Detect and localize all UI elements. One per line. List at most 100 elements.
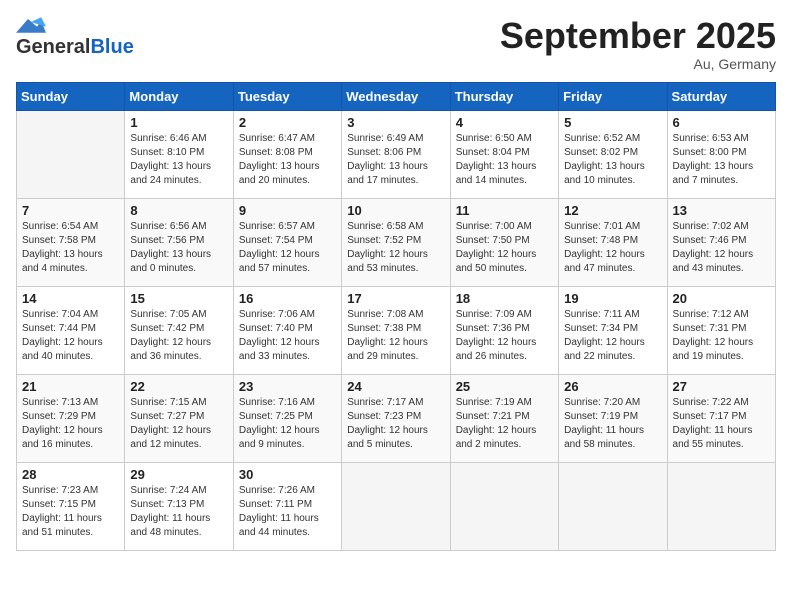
day-number: 3 <box>347 115 444 130</box>
day-info: Sunrise: 6:50 AM Sunset: 8:04 PM Dayligh… <box>456 132 553 188</box>
weekday-header-wednesday: Wednesday <box>342 82 450 110</box>
day-number: 18 <box>456 291 553 306</box>
header: General Blue September 2025 Au, Germany <box>16 16 776 72</box>
calendar-cell: 1 Sunrise: 6:46 AM Sunset: 8:10 PM Daylig… <box>125 110 233 198</box>
calendar-cell: 10Sunrise: 6:58 AM Sunset: 7:52 PM Dayli… <box>342 198 450 286</box>
day-info: Sunrise: 7:01 AM Sunset: 7:48 PM Dayligh… <box>564 220 661 276</box>
day-number: 11 <box>456 203 553 218</box>
calendar-cell: 16 Sunrise: 7:06 AM Sunset: 7:40 PM Dayli… <box>233 286 341 374</box>
day-info: Sunrise: 7:12 AM Sunset: 7:31 PM Dayligh… <box>673 308 770 364</box>
calendar-cell: 5 Sunrise: 6:52 AM Sunset: 8:02 PM Daylig… <box>559 110 667 198</box>
day-number: 29 <box>130 467 227 482</box>
day-number: 27 <box>673 379 770 394</box>
day-info: Sunrise: 7:22 AM Sunset: 7:17 PM Dayligh… <box>673 396 770 452</box>
day-info: Sunrise: 7:13 AM Sunset: 7:29 PM Dayligh… <box>22 396 119 452</box>
day-number: 13 <box>673 203 770 218</box>
day-number: 15 <box>130 291 227 306</box>
day-info: Sunrise: 6:56 AM Sunset: 7:56 PM Dayligh… <box>130 220 227 276</box>
day-info: Sunrise: 7:19 AM Sunset: 7:21 PM Dayligh… <box>456 396 553 452</box>
calendar-cell: 14 Sunrise: 7:04 AM Sunset: 7:44 PM Dayli… <box>17 286 125 374</box>
logo: General Blue <box>16 16 134 59</box>
title-area: September 2025 Au, Germany <box>500 16 776 72</box>
day-number: 26 <box>564 379 661 394</box>
weekday-header-monday: Monday <box>125 82 233 110</box>
day-info: Sunrise: 7:24 AM Sunset: 7:13 PM Dayligh… <box>130 484 227 540</box>
calendar-cell: 23 Sunrise: 7:16 AM Sunset: 7:25 PM Dayli… <box>233 374 341 462</box>
calendar-cell: 2Sunrise: 6:47 AM Sunset: 8:08 PM Daylig… <box>233 110 341 198</box>
day-info: Sunrise: 7:09 AM Sunset: 7:36 PM Dayligh… <box>456 308 553 364</box>
day-number: 4 <box>456 115 553 130</box>
day-info: Sunrise: 7:05 AM Sunset: 7:42 PM Dayligh… <box>130 308 227 364</box>
day-number: 9 <box>239 203 336 218</box>
calendar-cell: 17Sunrise: 7:08 AM Sunset: 7:38 PM Dayli… <box>342 286 450 374</box>
day-number: 14 <box>22 291 119 306</box>
day-info: Sunrise: 7:15 AM Sunset: 7:27 PM Dayligh… <box>130 396 227 452</box>
calendar-cell <box>450 462 558 550</box>
calendar-cell: 19 Sunrise: 7:11 AM Sunset: 7:34 PM Dayli… <box>559 286 667 374</box>
day-info: Sunrise: 7:16 AM Sunset: 7:25 PM Dayligh… <box>239 396 336 452</box>
month-title: September 2025 <box>500 16 776 56</box>
day-info: Sunrise: 7:11 AM Sunset: 7:34 PM Dayligh… <box>564 308 661 364</box>
weekday-header-saturday: Saturday <box>667 82 775 110</box>
day-number: 1 <box>130 115 227 130</box>
day-number: 2 <box>239 115 336 130</box>
day-number: 12 <box>564 203 661 218</box>
calendar-cell: 15 Sunrise: 7:05 AM Sunset: 7:42 PM Dayli… <box>125 286 233 374</box>
calendar-cell: 25Sunrise: 7:19 AM Sunset: 7:21 PM Dayli… <box>450 374 558 462</box>
day-number: 17 <box>347 291 444 306</box>
day-info: Sunrise: 7:17 AM Sunset: 7:23 PM Dayligh… <box>347 396 444 452</box>
weekday-header-tuesday: Tuesday <box>233 82 341 110</box>
calendar-week-5: 28 Sunrise: 7:23 AM Sunset: 7:15 PM Dayli… <box>17 462 776 550</box>
calendar-cell <box>667 462 775 550</box>
day-number: 5 <box>564 115 661 130</box>
calendar-cell: 3Sunrise: 6:49 AM Sunset: 8:06 PM Daylig… <box>342 110 450 198</box>
day-number: 7 <box>22 203 119 218</box>
calendar-cell: 7 Sunrise: 6:54 AM Sunset: 7:58 PM Daylig… <box>17 198 125 286</box>
day-info: Sunrise: 6:54 AM Sunset: 7:58 PM Dayligh… <box>22 220 119 276</box>
weekday-header-thursday: Thursday <box>450 82 558 110</box>
calendar: SundayMondayTuesdayWednesdayThursdayFrid… <box>16 82 776 551</box>
calendar-cell: 27 Sunrise: 7:22 AM Sunset: 7:17 PM Dayli… <box>667 374 775 462</box>
day-number: 28 <box>22 467 119 482</box>
day-info: Sunrise: 7:00 AM Sunset: 7:50 PM Dayligh… <box>456 220 553 276</box>
subtitle: Au, Germany <box>500 56 776 72</box>
calendar-cell: 13 Sunrise: 7:02 AM Sunset: 7:46 PM Dayli… <box>667 198 775 286</box>
logo-icon <box>16 16 46 34</box>
calendar-week-1: 1 Sunrise: 6:46 AM Sunset: 8:10 PM Daylig… <box>17 110 776 198</box>
calendar-week-4: 21Sunrise: 7:13 AM Sunset: 7:29 PM Dayli… <box>17 374 776 462</box>
calendar-cell <box>17 110 125 198</box>
calendar-cell: 6Sunrise: 6:53 AM Sunset: 8:00 PM Daylig… <box>667 110 775 198</box>
calendar-cell: 11 Sunrise: 7:00 AM Sunset: 7:50 PM Dayli… <box>450 198 558 286</box>
calendar-cell: 26 Sunrise: 7:20 AM Sunset: 7:19 PM Dayli… <box>559 374 667 462</box>
day-info: Sunrise: 7:20 AM Sunset: 7:19 PM Dayligh… <box>564 396 661 452</box>
calendar-cell: 8 Sunrise: 6:56 AM Sunset: 7:56 PM Daylig… <box>125 198 233 286</box>
calendar-cell: 21Sunrise: 7:13 AM Sunset: 7:29 PM Dayli… <box>17 374 125 462</box>
day-info: Sunrise: 7:04 AM Sunset: 7:44 PM Dayligh… <box>22 308 119 364</box>
calendar-cell: 28 Sunrise: 7:23 AM Sunset: 7:15 PM Dayli… <box>17 462 125 550</box>
day-info: Sunrise: 7:23 AM Sunset: 7:15 PM Dayligh… <box>22 484 119 540</box>
calendar-cell: 4 Sunrise: 6:50 AM Sunset: 8:04 PM Daylig… <box>450 110 558 198</box>
calendar-week-3: 14 Sunrise: 7:04 AM Sunset: 7:44 PM Dayli… <box>17 286 776 374</box>
day-info: Sunrise: 7:02 AM Sunset: 7:46 PM Dayligh… <box>673 220 770 276</box>
day-info: Sunrise: 6:57 AM Sunset: 7:54 PM Dayligh… <box>239 220 336 276</box>
day-number: 8 <box>130 203 227 218</box>
day-number: 23 <box>239 379 336 394</box>
calendar-cell: 20 Sunrise: 7:12 AM Sunset: 7:31 PM Dayli… <box>667 286 775 374</box>
weekday-header-sunday: Sunday <box>17 82 125 110</box>
day-info: Sunrise: 7:26 AM Sunset: 7:11 PM Dayligh… <box>239 484 336 540</box>
calendar-cell: 18 Sunrise: 7:09 AM Sunset: 7:36 PM Dayli… <box>450 286 558 374</box>
calendar-cell: 22 Sunrise: 7:15 AM Sunset: 7:27 PM Dayli… <box>125 374 233 462</box>
weekday-header-friday: Friday <box>559 82 667 110</box>
day-info: Sunrise: 7:06 AM Sunset: 7:40 PM Dayligh… <box>239 308 336 364</box>
calendar-cell: 12 Sunrise: 7:01 AM Sunset: 7:48 PM Dayli… <box>559 198 667 286</box>
day-number: 22 <box>130 379 227 394</box>
day-number: 19 <box>564 291 661 306</box>
calendar-cell <box>559 462 667 550</box>
day-number: 20 <box>673 291 770 306</box>
day-info: Sunrise: 6:52 AM Sunset: 8:02 PM Dayligh… <box>564 132 661 188</box>
day-number: 16 <box>239 291 336 306</box>
calendar-cell: 24Sunrise: 7:17 AM Sunset: 7:23 PM Dayli… <box>342 374 450 462</box>
calendar-cell: 29 Sunrise: 7:24 AM Sunset: 7:13 PM Dayli… <box>125 462 233 550</box>
day-info: Sunrise: 6:46 AM Sunset: 8:10 PM Dayligh… <box>130 132 227 188</box>
calendar-week-2: 7 Sunrise: 6:54 AM Sunset: 7:58 PM Daylig… <box>17 198 776 286</box>
